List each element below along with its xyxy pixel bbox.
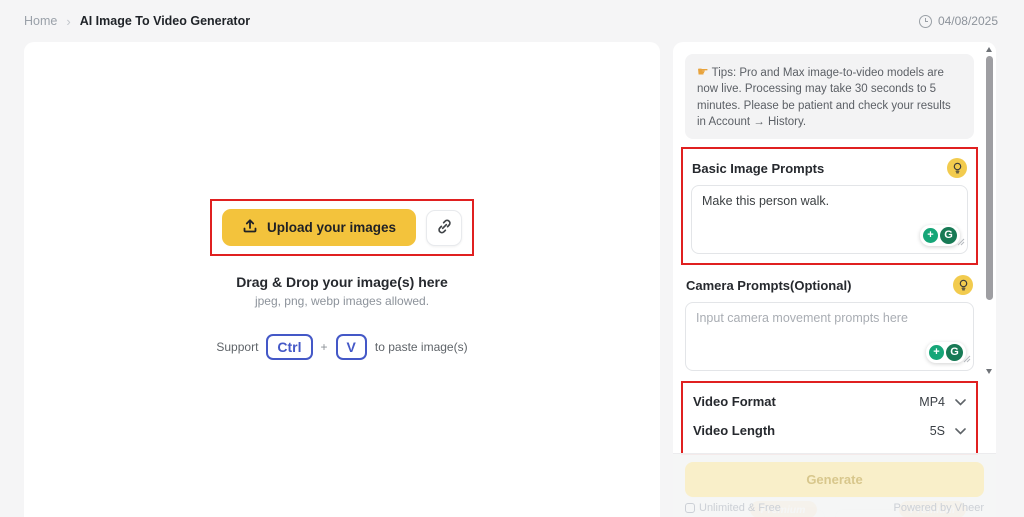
grammarly-widget[interactable]: + G	[926, 342, 966, 364]
basic-prompts-annotation-box: Basic Image Prompts Make this person wal…	[681, 147, 978, 266]
pointing-hand-icon: ☛	[697, 64, 709, 79]
paste-hint-prefix: Support	[216, 340, 259, 354]
paste-hint-suffix: to paste image(s)	[374, 340, 468, 354]
date-display: 04/08/2025	[918, 14, 998, 28]
tips-banner: ☛ Tips: Pro and Max image-to-video models…	[685, 54, 974, 140]
link-icon	[436, 218, 453, 238]
grammarly-suggestion-icon[interactable]: +	[923, 228, 938, 244]
basic-prompts-label: Basic Image Prompts	[692, 160, 825, 176]
scroll-down-arrow-icon[interactable]	[986, 369, 992, 374]
chevron-right-icon: ›	[66, 13, 71, 29]
camera-prompts-label: Camera Prompts(Optional)	[686, 277, 852, 293]
resize-handle-icon[interactable]	[957, 233, 965, 251]
prompt-ideas-bulb-icon[interactable]	[947, 158, 967, 179]
page-title: AI Image To Video Generator	[79, 14, 251, 28]
generate-footer: Generate Unlimited & Free Powered by Vhe…	[673, 453, 996, 517]
scrollbar-thumb[interactable]	[986, 56, 993, 300]
video-format-select[interactable]: Video Format MP4	[691, 387, 968, 416]
upload-from-url-button[interactable]	[426, 209, 463, 246]
grammarly-g-icon[interactable]: G	[946, 344, 963, 362]
drag-drop-title: Drag & Drop your image(s) here	[236, 274, 448, 290]
camera-ideas-bulb-icon[interactable]	[953, 275, 973, 296]
tips-text: Tips: Pro and Max image-to-video models …	[697, 67, 951, 129]
chevron-down-icon	[955, 424, 966, 438]
date-text: 04/08/2025	[937, 14, 998, 28]
upload-images-button[interactable]: Upload your images	[221, 209, 417, 246]
v-keycap: V	[335, 334, 367, 360]
plus-sign: +	[320, 340, 328, 354]
paste-hint: Support Ctrl + V to paste image(s)	[216, 334, 468, 360]
breadcrumb-home-link[interactable]: Home	[24, 14, 57, 28]
video-format-label: Video Format	[693, 394, 776, 410]
breadcrumb: Home › AI Image To Video Generator	[24, 14, 250, 29]
top-bar: Home › AI Image To Video Generator 04/08…	[0, 0, 1024, 42]
camera-prompt-field-wrap: + G	[685, 302, 974, 372]
video-format-value: MP4	[919, 394, 945, 409]
unlimited-free-label: Unlimited & Free	[699, 502, 781, 514]
generate-button[interactable]: Generate	[685, 462, 984, 497]
chevron-down-icon	[955, 395, 966, 409]
video-length-label: Video Length	[693, 423, 776, 439]
upload-annotation-box: Upload your images	[209, 199, 475, 256]
upload-icon	[242, 218, 258, 237]
settings-panel: ☛ Tips: Pro and Max image-to-video models…	[673, 42, 996, 517]
basic-prompt-field-wrap: Make this person walk. + G	[691, 185, 968, 255]
history-clock-icon	[918, 14, 932, 28]
resize-handle-icon[interactable]	[963, 350, 971, 368]
video-options-annotation-box: Video Format MP4 Video Length 5S	[681, 381, 978, 456]
ctrl-keycap: Ctrl	[266, 334, 313, 360]
video-length-value: 5S	[929, 423, 945, 438]
unlimited-icon	[685, 503, 695, 513]
scroll-up-arrow-icon[interactable]	[986, 47, 992, 52]
panel-scrollbar[interactable]	[983, 42, 996, 380]
upload-button-label: Upload your images	[266, 220, 397, 235]
allowed-formats-note: jpeg, png, webp images allowed.	[254, 294, 430, 308]
upload-dropzone[interactable]: Upload your images Drag & Drop your imag…	[24, 42, 660, 517]
grammarly-suggestion-icon[interactable]: +	[929, 345, 944, 361]
grammarly-g-icon[interactable]: G	[940, 227, 957, 245]
video-length-select[interactable]: Video Length 5S	[691, 416, 968, 445]
powered-by-label: Powered by Vheer	[893, 502, 985, 514]
grammarly-widget[interactable]: + G	[920, 225, 960, 247]
camera-prompts-section: Camera Prompts(Optional) + G	[685, 275, 974, 372]
